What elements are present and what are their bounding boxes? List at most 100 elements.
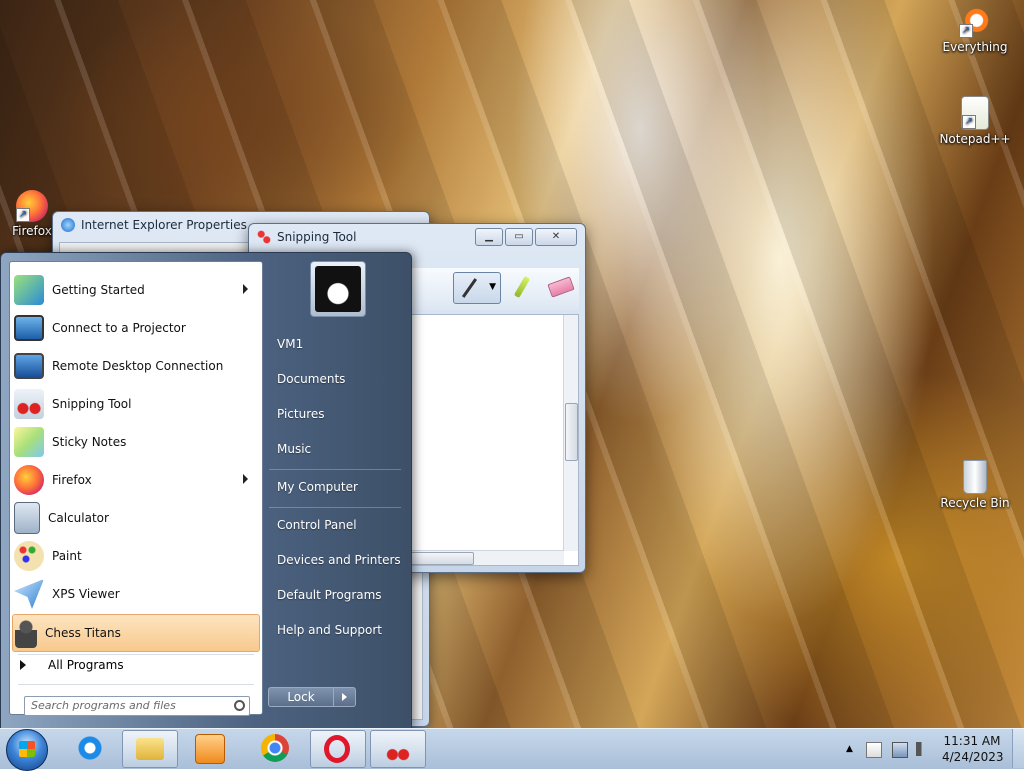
- maximize-button[interactable]: ▭: [505, 228, 533, 246]
- separator: [269, 469, 401, 470]
- desktop-icon-everything[interactable]: Everything: [935, 6, 1015, 54]
- xps-viewer-icon: [14, 579, 44, 609]
- all-programs[interactable]: All Programs: [20, 658, 124, 672]
- desktop-icon-label: Notepad++: [939, 132, 1011, 146]
- taskbar-file-explorer[interactable]: [122, 730, 178, 768]
- horizontal-scroll-thumb[interactable]: [402, 552, 474, 565]
- program-label: Chess Titans: [45, 626, 121, 640]
- program-sticky-notes[interactable]: Sticky Notes: [12, 424, 258, 460]
- search-placeholder: Search programs and files: [31, 699, 176, 712]
- program-label: Connect to a Projector: [52, 321, 186, 335]
- clock-date: 4/24/2023: [942, 750, 1004, 764]
- vertical-scrollbar[interactable]: [563, 315, 578, 551]
- program-firefox[interactable]: Firefox: [12, 462, 258, 498]
- start-button[interactable]: [6, 729, 48, 771]
- separator: [269, 507, 401, 508]
- network-icon[interactable]: [892, 742, 908, 758]
- separator: [18, 684, 254, 685]
- user-picture[interactable]: [310, 261, 366, 317]
- desktop-icon-label: Recycle Bin: [940, 496, 1010, 510]
- calculator-icon: [14, 502, 40, 534]
- internet-options-icon: [61, 218, 75, 232]
- snipping-tool-icon: [14, 389, 44, 419]
- firefox-icon: [14, 465, 44, 495]
- snipping-tool-titlebar[interactable]: Snipping Tool ▁ ▭ ✕: [249, 224, 585, 250]
- program-label: Getting Started: [52, 283, 145, 297]
- right-link-user[interactable]: VM1: [277, 337, 303, 351]
- lock-button-group: Lock: [268, 687, 358, 707]
- taskbar-chrome[interactable]: [248, 730, 302, 766]
- program-label: Paint: [52, 549, 82, 563]
- window-title: Snipping Tool: [277, 230, 357, 244]
- minimize-button[interactable]: ▁: [475, 228, 503, 246]
- internet-explorer-icon: [76, 734, 104, 762]
- taskbar-opera[interactable]: [310, 730, 366, 768]
- close-button[interactable]: ✕: [535, 228, 577, 246]
- submenu-arrow-icon: [243, 474, 248, 484]
- right-link-my-computer[interactable]: My Computer: [277, 480, 358, 494]
- show-desktop-button[interactable]: [1012, 729, 1024, 768]
- right-link-control-panel[interactable]: Control Panel: [277, 518, 357, 532]
- system-clock[interactable]: 11:31 AM 4/24/2023: [942, 733, 1004, 765]
- show-hidden-icons-button[interactable]: ▲: [846, 742, 860, 756]
- pen-button[interactable]: ▼: [453, 272, 501, 304]
- taskbar-snipping-tool[interactable]: [370, 730, 426, 768]
- program-getting-started[interactable]: Getting Started: [12, 272, 258, 308]
- shutdown-options-button[interactable]: [334, 687, 356, 707]
- vertical-scroll-thumb[interactable]: [565, 403, 578, 461]
- program-label: Calculator: [48, 511, 109, 525]
- paint-icon: [14, 541, 44, 571]
- program-xps-viewer[interactable]: XPS Viewer: [12, 576, 258, 612]
- eraser-icon[interactable]: [547, 276, 575, 298]
- window-title: Internet Explorer Properties: [81, 218, 247, 232]
- sticky-notes-icon: [14, 427, 44, 457]
- remote-desktop-icon: [14, 353, 44, 379]
- pen-dropdown-icon: ▼: [489, 282, 496, 292]
- right-link-documents[interactable]: Documents: [277, 372, 345, 386]
- start-menu-programs-panel: Getting Started Connect to a Projector R…: [9, 261, 263, 716]
- right-link-music[interactable]: Music: [277, 442, 311, 456]
- start-menu: Getting Started Connect to a Projector R…: [0, 252, 412, 730]
- program-snipping-tool[interactable]: Snipping Tool: [12, 386, 258, 422]
- volume-muted-icon[interactable]: [916, 742, 930, 756]
- opera-icon: [324, 735, 350, 763]
- desktop-icon-label: Everything: [942, 40, 1008, 54]
- program-label: Remote Desktop Connection: [52, 359, 224, 373]
- chrome-icon: [261, 734, 289, 762]
- lock-button[interactable]: Lock: [268, 687, 334, 707]
- program-calculator[interactable]: Calculator: [12, 500, 258, 536]
- everything-icon: [959, 6, 991, 38]
- program-remote-desktop[interactable]: Remote Desktop Connection: [12, 348, 258, 384]
- action-center-icon[interactable]: [866, 742, 882, 758]
- search-input[interactable]: Search programs and files: [24, 696, 250, 716]
- clock-time: 11:31 AM: [943, 734, 1001, 748]
- taskbar-media-player[interactable]: [182, 730, 236, 766]
- highlighter-icon[interactable]: [513, 275, 531, 299]
- notepad-plus-plus-icon: [961, 96, 989, 130]
- right-link-devices-and-printers[interactable]: Devices and Printers: [277, 553, 401, 567]
- all-programs-arrow-icon: [20, 660, 26, 670]
- separator: [18, 654, 254, 655]
- avatar: [315, 266, 361, 312]
- right-link-pictures[interactable]: Pictures: [277, 407, 325, 421]
- right-link-help-and-support[interactable]: Help and Support: [277, 623, 382, 637]
- program-label: Snipping Tool: [52, 397, 132, 411]
- program-label: XPS Viewer: [52, 587, 120, 601]
- desktop-icon-notepadpp[interactable]: Notepad++: [935, 96, 1015, 146]
- program-connect-to-projector[interactable]: Connect to a Projector: [12, 310, 258, 346]
- taskbar-internet-explorer[interactable]: [63, 730, 117, 766]
- program-chess-titans[interactable]: Chess Titans: [12, 614, 260, 652]
- desktop-icon-recycle-bin[interactable]: Recycle Bin: [935, 460, 1015, 510]
- snipping-tool-icon: [257, 230, 271, 244]
- right-link-default-programs[interactable]: Default Programs: [277, 588, 382, 602]
- pen-icon: [461, 278, 478, 298]
- folder-icon: [136, 738, 164, 760]
- projector-icon: [14, 315, 44, 341]
- chess-titans-icon: [15, 618, 37, 648]
- program-label: Sticky Notes: [52, 435, 127, 449]
- program-paint[interactable]: Paint: [12, 538, 258, 574]
- firefox-icon: [16, 190, 48, 222]
- recycle-bin-icon: [963, 460, 987, 494]
- snipping-tool-icon: [384, 735, 412, 763]
- search-icon: [234, 700, 245, 711]
